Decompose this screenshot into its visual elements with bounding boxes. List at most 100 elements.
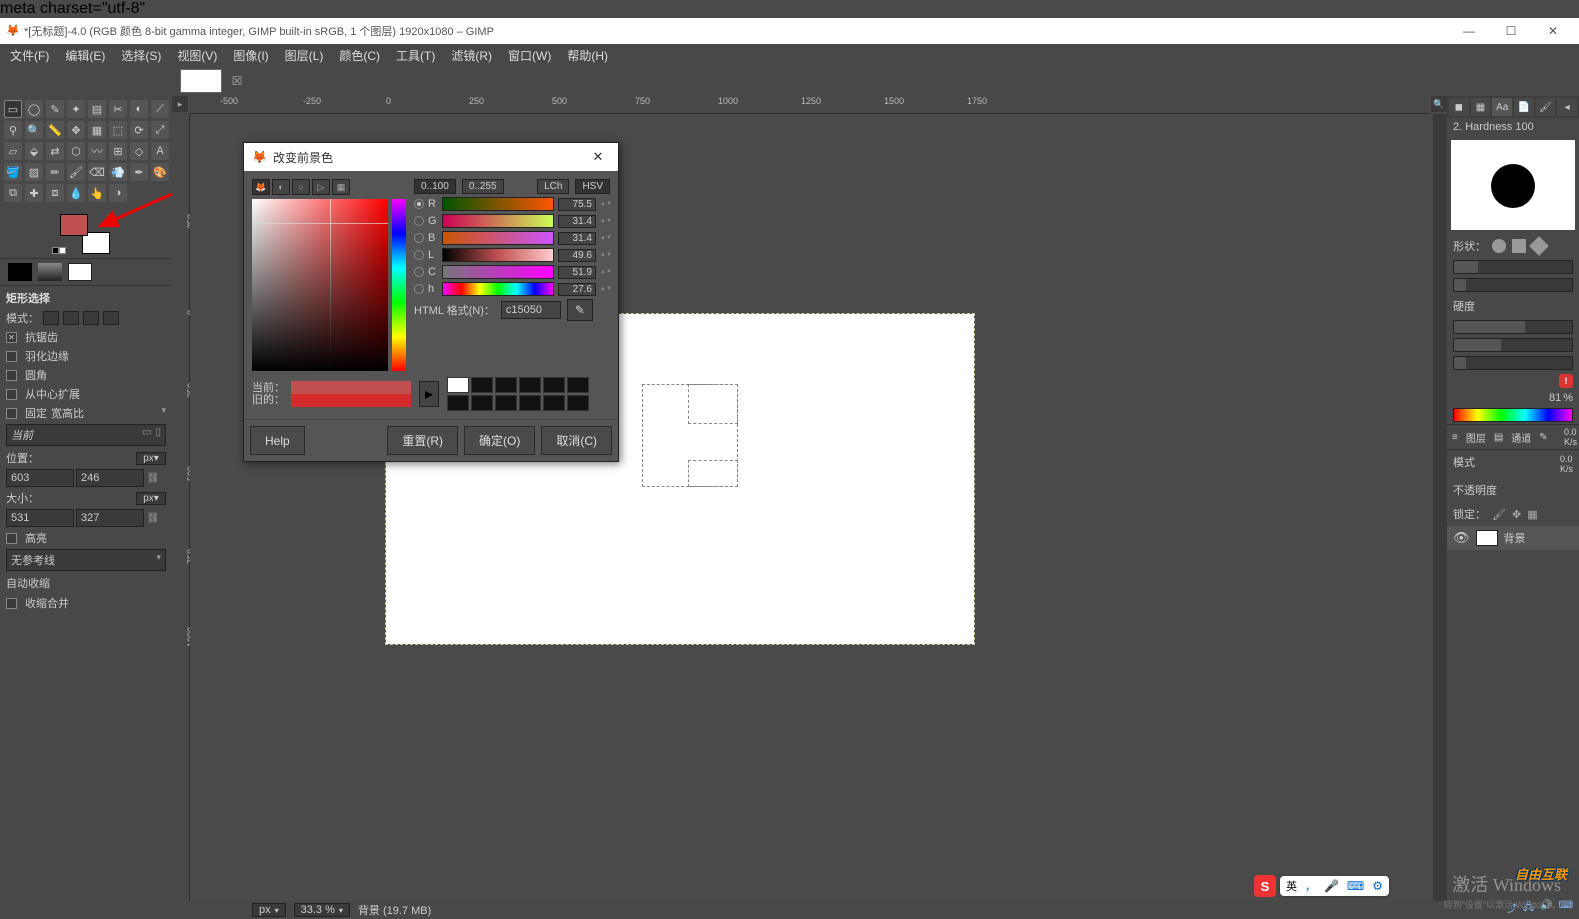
radio-h[interactable] [414, 284, 424, 294]
add-to-palette-button[interactable]: ▸ [419, 381, 439, 407]
zoom-toggle-corner[interactable]: 🔍 [1431, 96, 1447, 112]
ime-mic-icon[interactable]: 🎤 [1324, 879, 1339, 893]
slider-l[interactable] [442, 248, 554, 262]
ok-button[interactable]: 确定(O) [464, 426, 535, 455]
radio-g[interactable] [414, 216, 424, 226]
status-zoom-dropdown[interactable]: 33.3 % ▾ [294, 903, 350, 917]
tool-foreground[interactable]: ◐ [130, 100, 148, 118]
value-r[interactable]: 75.5 [558, 198, 596, 211]
spinner-c[interactable]: ▲▼ [600, 270, 610, 275]
mode-replace-icon[interactable] [43, 311, 59, 325]
orient-landscape-icon[interactable]: ▭ [142, 427, 151, 443]
spinner-h[interactable]: ▲▼ [600, 287, 610, 292]
palette-swatch[interactable] [543, 377, 565, 393]
channels-tab-label[interactable]: 通道 [1508, 429, 1534, 446]
tool-by-color[interactable]: ▤ [88, 100, 106, 118]
menu-filters[interactable]: 滤镜(R) [443, 45, 500, 66]
ime-settings-icon[interactable]: ⚙ [1372, 879, 1383, 893]
slider-h[interactable] [442, 282, 554, 296]
palette-swatch[interactable] [447, 395, 469, 411]
position-unit[interactable]: px ▾ [136, 452, 166, 465]
tool-scale[interactable]: ⤢ [151, 121, 169, 139]
tab-thumbnail[interactable] [180, 69, 222, 93]
gradient-chip[interactable] [68, 263, 92, 281]
radio-b[interactable] [414, 233, 424, 243]
visibility-eye-icon[interactable]: 👁 [1453, 530, 1470, 546]
spinner-b[interactable]: ▲▼ [600, 236, 610, 241]
tool-handle[interactable]: ⊞ [109, 142, 127, 160]
spinner-l[interactable]: ▲▼ [600, 253, 610, 258]
html-notation-input[interactable] [501, 301, 561, 319]
value-l[interactable]: 49.6 [558, 249, 596, 262]
radius-slider[interactable] [1453, 260, 1573, 274]
tray-up-icon[interactable]: ⤴ [1507, 900, 1517, 917]
palette-swatch[interactable] [543, 395, 565, 411]
radio-l[interactable] [414, 250, 424, 260]
tool-ink[interactable]: ✒ [130, 163, 148, 181]
dialog-close-button[interactable]: ✕ [586, 147, 610, 167]
hue-slider[interactable] [392, 199, 406, 371]
tray-net-icon[interactable]: 🖧 [1523, 900, 1534, 917]
value-g[interactable]: 31.4 [558, 215, 596, 228]
rp-tab-editor[interactable]: 🖌 [1536, 98, 1556, 116]
dialog-titlebar[interactable]: 🦊 改变前景色 ✕ [244, 143, 618, 171]
eyedropper-button[interactable]: ✎ [567, 299, 593, 321]
pattern-chip[interactable] [38, 263, 62, 281]
tool-text[interactable]: A [151, 142, 169, 160]
menu-image[interactable]: 图像(I) [225, 45, 276, 66]
orient-portrait-icon[interactable]: ▯ [155, 427, 161, 443]
highlight-checkbox[interactable] [6, 533, 17, 544]
ruler-vertical[interactable]: -250 0 250 500 750 1000 [172, 114, 190, 901]
menu-view[interactable]: 视图(V) [169, 45, 225, 66]
layers-tab-icon[interactable]: ≡ [1449, 431, 1461, 444]
current-aspect-field[interactable]: 当前 ▭▯ [6, 424, 166, 446]
warning-badge[interactable]: ! [1559, 374, 1573, 388]
tool-dodge[interactable]: ◑ [109, 184, 127, 202]
tool-free-select[interactable]: ✎ [46, 100, 64, 118]
sv-color-area[interactable] [252, 199, 388, 371]
hardness-slider[interactable] [1453, 320, 1573, 334]
foreground-color-swatch[interactable] [60, 214, 88, 236]
radio-c[interactable] [414, 267, 424, 277]
fixed-dropdown[interactable]: 宽高比▾ [51, 405, 166, 421]
tool-fuzzy-select[interactable]: ✦ [67, 100, 85, 118]
menu-help[interactable]: 帮助(H) [559, 45, 616, 66]
shape-circle-icon[interactable] [1492, 239, 1506, 253]
tool-unified[interactable]: ◇ [130, 142, 148, 160]
menu-select[interactable]: 选择(S) [113, 45, 169, 66]
rp-tab-fonts[interactable]: Aa [1492, 98, 1512, 116]
palette-swatch[interactable] [519, 395, 541, 411]
lock-alpha-icon[interactable]: ▦ [1527, 508, 1537, 521]
menu-color[interactable]: 颜色(C) [331, 45, 388, 66]
menu-layer[interactable]: 图层(L) [277, 45, 332, 66]
channels-tab-icon[interactable]: ▤ [1491, 431, 1506, 444]
palette-swatch[interactable] [567, 395, 589, 411]
slider-b[interactable] [442, 231, 554, 245]
lock-position-icon[interactable]: ✥ [1512, 508, 1521, 521]
mode-subtract-icon[interactable] [83, 311, 99, 325]
tool-heal[interactable]: ✚ [25, 184, 43, 202]
reset-colors-icon[interactable] [52, 247, 66, 256]
rp-tab-menu[interactable]: ◂ [1557, 98, 1577, 116]
antialias-checkbox[interactable] [6, 332, 17, 343]
value-b[interactable]: 31.4 [558, 232, 596, 245]
tool-perspective-clone[interactable]: ⧈ [46, 184, 64, 202]
slider-g[interactable] [442, 214, 554, 228]
palette-swatch[interactable] [471, 395, 493, 411]
slider-r[interactable] [442, 197, 554, 211]
picker-tab-palette[interactable]: ▦ [332, 179, 350, 195]
reset-button[interactable]: 重置(R) [387, 426, 458, 455]
guides-dropdown[interactable]: 无参考线▾ [6, 549, 166, 571]
palette-swatch[interactable] [519, 377, 541, 393]
picker-tab-watercolor[interactable]: ○ [292, 179, 310, 195]
tool-crop[interactable]: ⬚ [109, 121, 127, 139]
rounded-checkbox[interactable] [6, 370, 17, 381]
spikes-slider[interactable] [1453, 278, 1573, 292]
rp-tab-history[interactable]: 📄 [1514, 98, 1534, 116]
radio-r[interactable] [414, 199, 424, 209]
tool-rect-select[interactable]: ▭ [4, 100, 22, 118]
picker-tab-wheel[interactable]: ▷ [312, 179, 330, 195]
shape-square-icon[interactable] [1512, 239, 1526, 253]
ime-lang[interactable]: 英 [1286, 878, 1297, 894]
range-0-255-button[interactable]: 0..255 [462, 179, 504, 194]
